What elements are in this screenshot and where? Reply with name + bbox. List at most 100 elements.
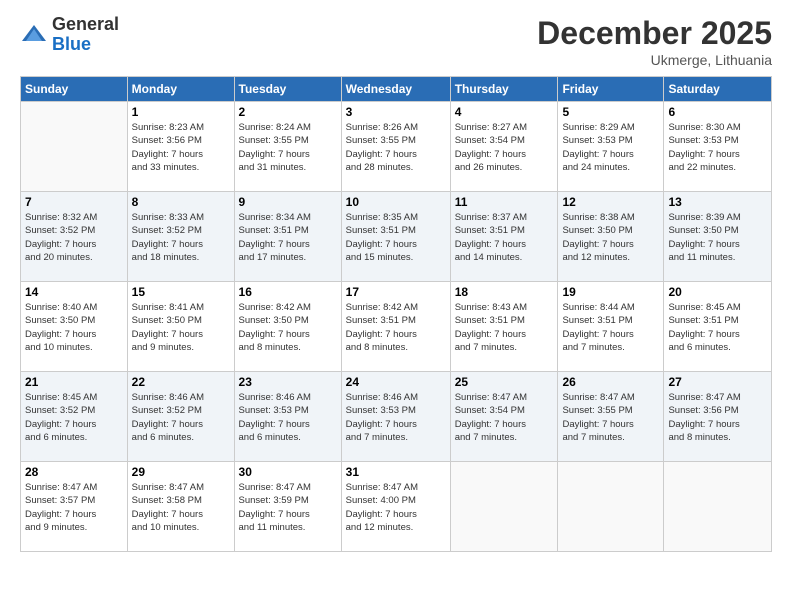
day-info: Sunrise: 8:26 AMSunset: 3:55 PMDaylight:… <box>346 121 446 174</box>
logo-general: General <box>52 15 119 35</box>
header-sunday: Sunday <box>21 77 128 102</box>
calendar-cell: 6 Sunrise: 8:30 AMSunset: 3:53 PMDaylight… <box>664 102 772 192</box>
day-info: Sunrise: 8:41 AMSunset: 3:50 PMDaylight:… <box>132 301 230 354</box>
location: Ukmerge, Lithuania <box>537 52 772 68</box>
day-number: 25 <box>455 375 554 389</box>
day-number: 21 <box>25 375 123 389</box>
day-number: 12 <box>562 195 659 209</box>
calendar-cell: 31Sunrise: 8:47 AMSunset: 4:00 PMDayligh… <box>341 462 450 552</box>
calendar-cell: 28 Sunrise: 8:47 AMSunset: 3:57 PMDayligh… <box>21 462 128 552</box>
calendar-cell: 25 Sunrise: 8:47 AMSunset: 3:54 PMDayligh… <box>450 372 558 462</box>
day-info: Sunrise: 8:45 AMSunset: 3:52 PMDaylight:… <box>25 391 123 444</box>
day-number: 28 <box>25 465 123 479</box>
day-info: Sunrise: 8:47 AMSunset: 3:59 PMDaylight:… <box>239 481 337 534</box>
header-friday: Friday <box>558 77 664 102</box>
calendar-cell: 9 Sunrise: 8:34 AMSunset: 3:51 PMDaylight… <box>234 192 341 282</box>
calendar-cell: 21 Sunrise: 8:45 AMSunset: 3:52 PMDayligh… <box>21 372 128 462</box>
day-info: Sunrise: 8:23 AMSunset: 3:56 PMDaylight:… <box>132 121 230 174</box>
day-info: Sunrise: 8:47 AMSunset: 3:57 PMDaylight:… <box>25 481 123 534</box>
day-number: 1 <box>132 105 230 119</box>
day-number: 7 <box>25 195 123 209</box>
calendar-week-3: 14 Sunrise: 8:40 AMSunset: 3:50 PMDayligh… <box>21 282 772 372</box>
day-info: Sunrise: 8:34 AMSunset: 3:51 PMDaylight:… <box>239 211 337 264</box>
calendar-cell: 7 Sunrise: 8:32 AMSunset: 3:52 PMDaylight… <box>21 192 128 282</box>
day-number: 27 <box>668 375 767 389</box>
day-info: Sunrise: 8:40 AMSunset: 3:50 PMDaylight:… <box>25 301 123 354</box>
calendar-cell: 23Sunrise: 8:46 AMSunset: 3:53 PMDayligh… <box>234 372 341 462</box>
day-info: Sunrise: 8:38 AMSunset: 3:50 PMDaylight:… <box>562 211 659 264</box>
day-number: 3 <box>346 105 446 119</box>
day-info: Sunrise: 8:46 AMSunset: 3:52 PMDaylight:… <box>132 391 230 444</box>
day-info: Sunrise: 8:47 AMSunset: 3:58 PMDaylight:… <box>132 481 230 534</box>
calendar-cell: 14 Sunrise: 8:40 AMSunset: 3:50 PMDayligh… <box>21 282 128 372</box>
day-number: 31 <box>346 465 446 479</box>
day-number: 14 <box>25 285 123 299</box>
calendar-body: 1 Sunrise: 8:23 AMSunset: 3:56 PMDaylight… <box>21 102 772 552</box>
day-number: 15 <box>132 285 230 299</box>
day-info: Sunrise: 8:45 AMSunset: 3:51 PMDaylight:… <box>668 301 767 354</box>
day-number: 8 <box>132 195 230 209</box>
day-info: Sunrise: 8:47 AMSunset: 3:55 PMDaylight:… <box>562 391 659 444</box>
day-info: Sunrise: 8:42 AMSunset: 3:51 PMDaylight:… <box>346 301 446 354</box>
day-info: Sunrise: 8:39 AMSunset: 3:50 PMDaylight:… <box>668 211 767 264</box>
day-info: Sunrise: 8:43 AMSunset: 3:51 PMDaylight:… <box>455 301 554 354</box>
day-number: 20 <box>668 285 767 299</box>
day-number: 11 <box>455 195 554 209</box>
logo-blue: Blue <box>52 35 119 55</box>
day-number: 24 <box>346 375 446 389</box>
calendar-cell: 29Sunrise: 8:47 AMSunset: 3:58 PMDayligh… <box>127 462 234 552</box>
calendar-week-2: 7 Sunrise: 8:32 AMSunset: 3:52 PMDaylight… <box>21 192 772 282</box>
header-saturday: Saturday <box>664 77 772 102</box>
day-info: Sunrise: 8:27 AMSunset: 3:54 PMDaylight:… <box>455 121 554 174</box>
calendar-cell: 12 Sunrise: 8:38 AMSunset: 3:50 PMDayligh… <box>558 192 664 282</box>
calendar-cell: 22 Sunrise: 8:46 AMSunset: 3:52 PMDayligh… <box>127 372 234 462</box>
day-info: Sunrise: 8:46 AMSunset: 3:53 PMDaylight:… <box>346 391 446 444</box>
logo-icon <box>20 21 48 49</box>
day-number: 13 <box>668 195 767 209</box>
day-number: 5 <box>562 105 659 119</box>
day-number: 6 <box>668 105 767 119</box>
day-info: Sunrise: 8:32 AMSunset: 3:52 PMDaylight:… <box>25 211 123 264</box>
day-info: Sunrise: 8:44 AMSunset: 3:51 PMDaylight:… <box>562 301 659 354</box>
calendar-cell: 10Sunrise: 8:35 AMSunset: 3:51 PMDayligh… <box>341 192 450 282</box>
calendar-cell <box>664 462 772 552</box>
header-row: Sunday Monday Tuesday Wednesday Thursday… <box>21 77 772 102</box>
day-info: Sunrise: 8:33 AMSunset: 3:52 PMDaylight:… <box>132 211 230 264</box>
day-number: 4 <box>455 105 554 119</box>
day-number: 17 <box>346 285 446 299</box>
day-number: 30 <box>239 465 337 479</box>
day-number: 18 <box>455 285 554 299</box>
day-number: 2 <box>239 105 337 119</box>
day-number: 9 <box>239 195 337 209</box>
day-info: Sunrise: 8:29 AMSunset: 3:53 PMDaylight:… <box>562 121 659 174</box>
calendar-header: Sunday Monday Tuesday Wednesday Thursday… <box>21 77 772 102</box>
day-number: 19 <box>562 285 659 299</box>
calendar-cell: 8 Sunrise: 8:33 AMSunset: 3:52 PMDaylight… <box>127 192 234 282</box>
calendar-cell: 26Sunrise: 8:47 AMSunset: 3:55 PMDayligh… <box>558 372 664 462</box>
calendar-cell: 27 Sunrise: 8:47 AMSunset: 3:56 PMDayligh… <box>664 372 772 462</box>
calendar-cell: 13 Sunrise: 8:39 AMSunset: 3:50 PMDayligh… <box>664 192 772 282</box>
day-number: 16 <box>239 285 337 299</box>
day-info: Sunrise: 8:47 AMSunset: 3:54 PMDaylight:… <box>455 391 554 444</box>
calendar-table: Sunday Monday Tuesday Wednesday Thursday… <box>20 76 772 552</box>
day-info: Sunrise: 8:47 AMSunset: 3:56 PMDaylight:… <box>668 391 767 444</box>
day-number: 22 <box>132 375 230 389</box>
day-number: 23 <box>239 375 337 389</box>
calendar-week-1: 1 Sunrise: 8:23 AMSunset: 3:56 PMDaylight… <box>21 102 772 192</box>
calendar-cell: 30 Sunrise: 8:47 AMSunset: 3:59 PMDayligh… <box>234 462 341 552</box>
month-title: December 2025 <box>537 15 772 52</box>
calendar-cell: 4 Sunrise: 8:27 AMSunset: 3:54 PMDaylight… <box>450 102 558 192</box>
header-wednesday: Wednesday <box>341 77 450 102</box>
day-info: Sunrise: 8:37 AMSunset: 3:51 PMDaylight:… <box>455 211 554 264</box>
logo-text: General Blue <box>52 15 119 55</box>
calendar-cell: 15 Sunrise: 8:41 AMSunset: 3:50 PMDayligh… <box>127 282 234 372</box>
page-header: General Blue December 2025 Ukmerge, Lith… <box>20 15 772 68</box>
calendar-week-5: 28 Sunrise: 8:47 AMSunset: 3:57 PMDayligh… <box>21 462 772 552</box>
header-monday: Monday <box>127 77 234 102</box>
day-info: Sunrise: 8:24 AMSunset: 3:55 PMDaylight:… <box>239 121 337 174</box>
calendar-cell: 2 Sunrise: 8:24 AMSunset: 3:55 PMDaylight… <box>234 102 341 192</box>
day-info: Sunrise: 8:30 AMSunset: 3:53 PMDaylight:… <box>668 121 767 174</box>
calendar-cell <box>21 102 128 192</box>
header-thursday: Thursday <box>450 77 558 102</box>
calendar-cell: 19 Sunrise: 8:44 AMSunset: 3:51 PMDayligh… <box>558 282 664 372</box>
